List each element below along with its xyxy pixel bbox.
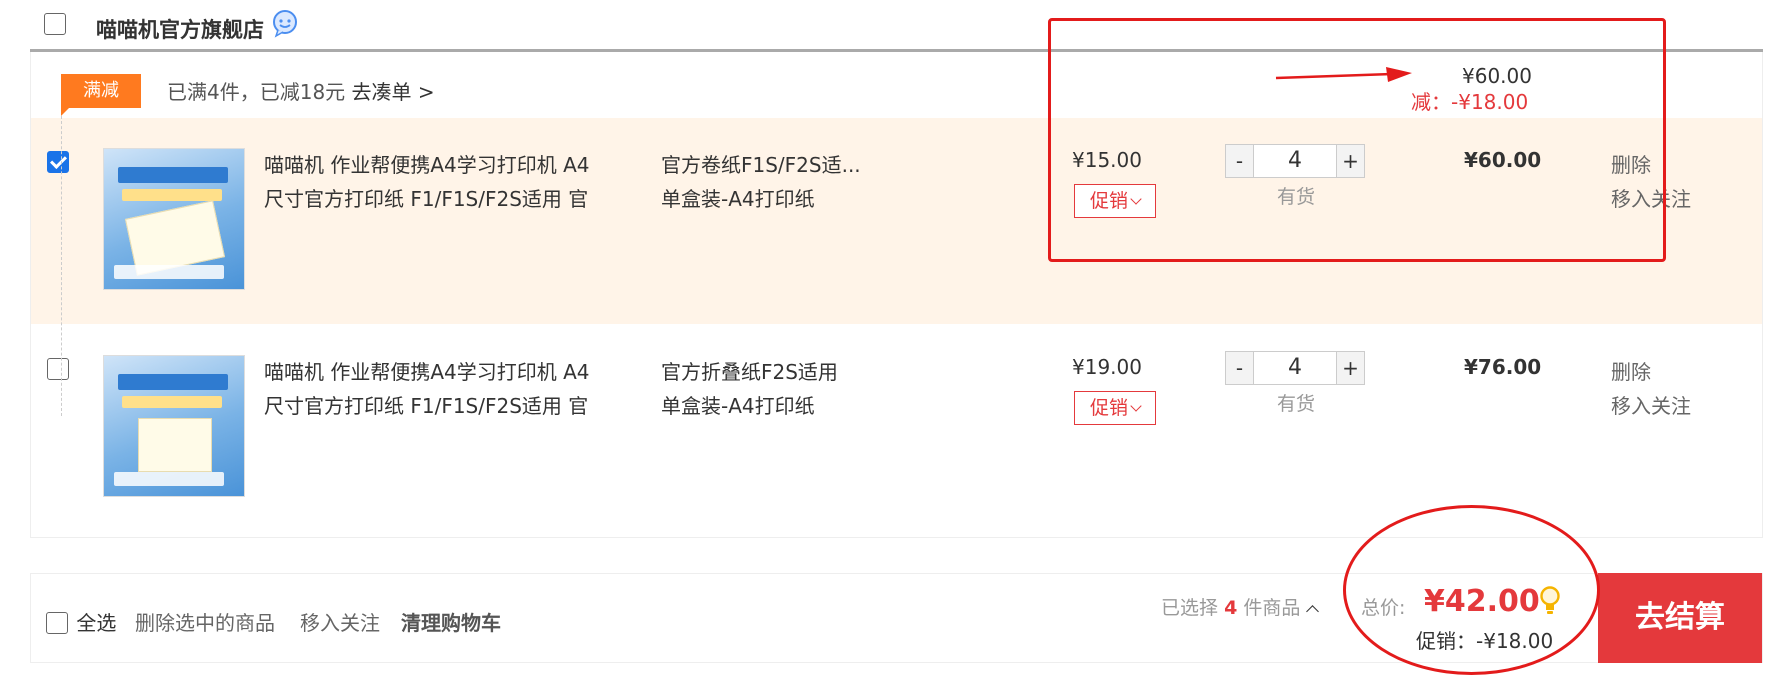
spec-package: 单盒装-A4打印纸 [661, 187, 815, 211]
delete-selected-link[interactable]: 删除选中的商品 [135, 607, 275, 636]
move-to-follow-link[interactable]: 移入关注 [1611, 389, 1691, 423]
item-checkbox[interactable] [47, 151, 69, 173]
select-all-checkbox[interactable] [46, 612, 68, 634]
annotation-ellipse [1343, 505, 1600, 675]
quantity-input[interactable]: 4 [1254, 352, 1336, 384]
item-actions: 删除 移入关注 [1611, 355, 1691, 423]
selected-number: 4 [1224, 597, 1238, 619]
select-all-label[interactable]: 全选 [76, 611, 116, 635]
chevron-up-icon[interactable] [1306, 605, 1320, 618]
annotation-rectangle [1048, 18, 1666, 262]
product-thumbnail[interactable] [103, 355, 245, 497]
chat-bubble-icon[interactable] [270, 8, 300, 38]
increase-button[interactable]: + [1336, 352, 1364, 384]
decrease-button[interactable]: - [1226, 352, 1254, 384]
delete-link[interactable]: 删除 [1611, 355, 1691, 389]
selected-count[interactable]: 已选择 4 件商品 [1161, 593, 1320, 620]
promo-text: 已满4件，已减18元 [167, 80, 346, 104]
select-all[interactable]: 全选 [46, 607, 116, 636]
selected-prefix: 已选择 [1161, 597, 1219, 619]
chevron-down-icon [1130, 400, 1142, 412]
unit-price: ¥19.00 [1072, 355, 1142, 379]
product-spec: 官方卷纸F1S/F2S适... 单盒装-A4打印纸 [661, 148, 961, 216]
group-connector-line [61, 116, 62, 416]
product-thumbnail[interactable] [103, 148, 245, 290]
product-title[interactable]: 喵喵机 作业帮便携A4学习打印机 A4尺寸官方打印纸 F1/F1S/F2S适用 … [264, 355, 604, 423]
clear-cart-link[interactable]: 清理购物车 [401, 607, 501, 636]
promo-tag: 满减 [61, 74, 141, 116]
checkout-button[interactable]: 去结算 [1598, 573, 1762, 663]
spec-variant: 官方卷纸F1S/F2S适... [661, 153, 861, 177]
quantity-stepper: - 4 + [1225, 351, 1365, 385]
shop-name[interactable]: 喵喵机官方旗舰店 [96, 14, 264, 44]
spec-package: 单盒装-A4打印纸 [661, 394, 815, 418]
annotation-arrow-icon [1275, 67, 1412, 82]
promo-dropdown-button[interactable]: 促销 [1074, 391, 1156, 425]
item-checkbox[interactable] [47, 358, 69, 380]
product-spec: 官方折叠纸F2S适用 单盒装-A4打印纸 [661, 355, 961, 423]
promo-button-label: 促销 [1089, 397, 1128, 419]
promo-info: 已满4件，已减18元 去凑单 > [167, 76, 435, 105]
item-subtotal: ¥76.00 [1464, 355, 1542, 379]
cart-item-row: 喵喵机 作业帮便携A4学习打印机 A4尺寸官方打印纸 F1/F1S/F2S适用 … [31, 325, 1762, 531]
move-to-follow-link[interactable]: 移入关注 [300, 607, 380, 636]
product-title[interactable]: 喵喵机 作业帮便携A4学习打印机 A4尺寸官方打印纸 F1/F1S/F2S适用 … [264, 148, 604, 216]
spec-variant: 官方折叠纸F2S适用 [661, 360, 838, 384]
shop-select-checkbox[interactable] [44, 13, 66, 35]
selected-suffix: 件商品 [1243, 597, 1301, 619]
stock-status: 有货 [1277, 393, 1316, 415]
add-more-link[interactable]: 去凑单 > [352, 80, 435, 104]
